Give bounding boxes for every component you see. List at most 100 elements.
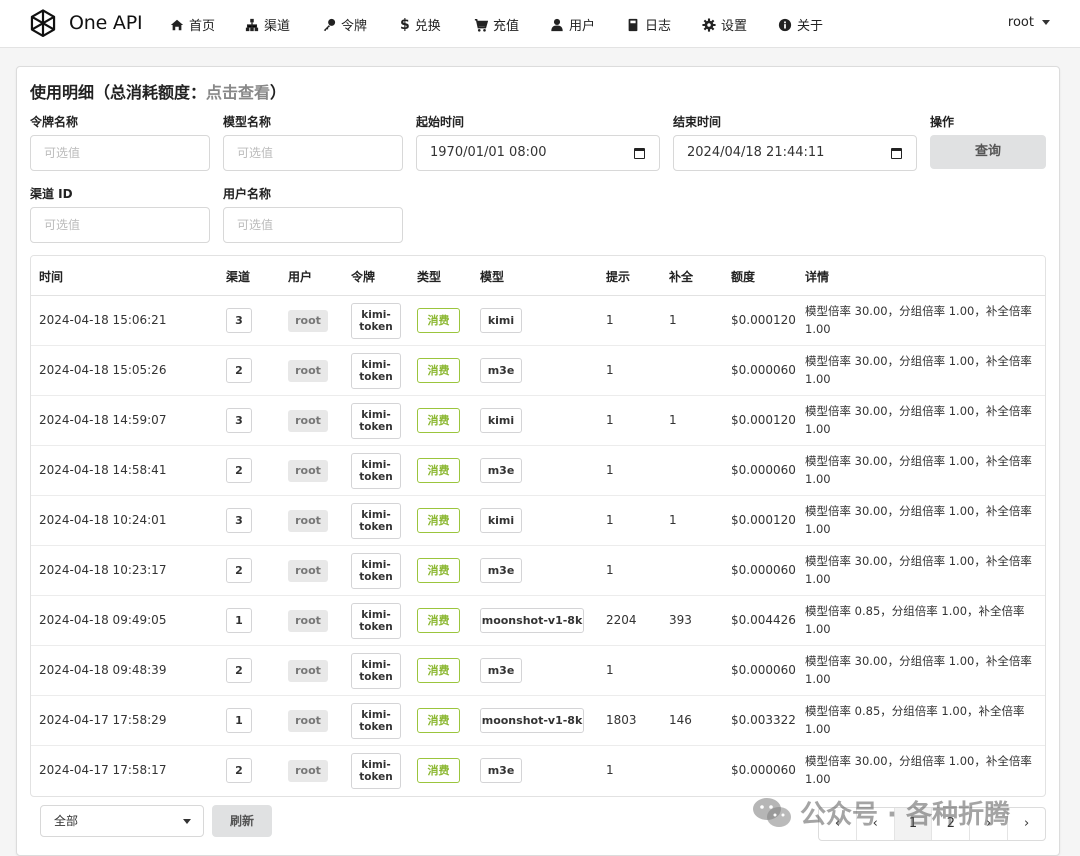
usage-log-table: 时间 渠道 用户 令牌 类型 模型 提示 补全 额度 详情 2024-04-18… bbox=[30, 255, 1046, 797]
openai-logo-icon[interactable] bbox=[26, 7, 60, 41]
cell-quota: $0.000060 bbox=[731, 763, 796, 777]
cell-completion: 1 bbox=[669, 413, 677, 427]
model-name-input[interactable]: 可选值 bbox=[223, 135, 403, 171]
channel-id-input[interactable]: 可选值 bbox=[30, 207, 210, 243]
col-prompt[interactable]: 提示 bbox=[606, 268, 630, 285]
cell-detail: 模型倍率 30.00，分组倍率 1.00，补全倍率 1.00 bbox=[805, 354, 1032, 386]
start-time-value: 1970/01/01 08:00 bbox=[430, 145, 547, 160]
username-label: 用户名称 bbox=[223, 187, 272, 201]
channel-label: 3 bbox=[226, 408, 252, 433]
cell-detail: 模型倍率 30.00，分组倍率 1.00，补全倍率 1.00 bbox=[805, 754, 1032, 786]
user-label: root bbox=[288, 610, 328, 632]
cell-quota: $0.000060 bbox=[731, 563, 796, 577]
type-label: 消费 bbox=[417, 408, 460, 433]
channel-label: 2 bbox=[226, 358, 252, 383]
cell-detail: 模型倍率 0.85，分组倍率 1.00，补全倍率 1.00 bbox=[805, 604, 1025, 636]
page-last-button[interactable]: › bbox=[1008, 808, 1045, 840]
nav-label: 令牌 bbox=[341, 19, 368, 34]
calendar-icon[interactable] bbox=[891, 147, 902, 159]
nav-topup[interactable]: 充值 bbox=[474, 15, 519, 34]
book-icon bbox=[628, 18, 638, 31]
start-time-input[interactable]: 1970/01/01 08:00 bbox=[416, 135, 660, 171]
type-label: 消费 bbox=[417, 558, 460, 583]
channel-label: 2 bbox=[226, 658, 252, 683]
token-name-input[interactable]: 可选值 bbox=[30, 135, 210, 171]
col-user[interactable]: 用户 bbox=[288, 268, 312, 285]
type-label: 消费 bbox=[417, 658, 460, 683]
cell-completion: 1 bbox=[669, 513, 677, 527]
user-menu-label: root bbox=[1007, 15, 1034, 30]
end-time-input[interactable]: 2024/04/18 21:44:11 bbox=[673, 135, 917, 171]
user-label: root bbox=[288, 710, 328, 732]
caret-down-icon bbox=[183, 819, 191, 824]
cell-prompt: 1 bbox=[606, 763, 614, 777]
user-menu-dropdown[interactable]: root bbox=[1008, 15, 1050, 30]
nav-users[interactable]: 用户 bbox=[550, 15, 595, 34]
col-time[interactable]: 时间 bbox=[39, 268, 63, 285]
app-name[interactable]: One API bbox=[69, 12, 143, 34]
log-type-select[interactable]: 全部 bbox=[40, 805, 204, 837]
caret-down-icon bbox=[1042, 20, 1050, 25]
token-label: kimi-token bbox=[351, 353, 401, 389]
table-row: 2024-04-18 09:48:39 2 root kimi-token 消费 m3e 1… bbox=[31, 646, 1045, 696]
user-label: root bbox=[288, 560, 328, 582]
cell-quota: $0.000120 bbox=[731, 513, 796, 527]
table-row: 2024-04-17 17:58:17 2 root kimi-token 消费 m3e 1… bbox=[31, 746, 1045, 796]
cell-detail: 模型倍率 30.00，分组倍率 1.00，补全倍率 1.00 bbox=[805, 404, 1032, 436]
refresh-button[interactable]: 刷新 bbox=[212, 805, 272, 837]
table-body: 2024-04-18 15:06:21 3 root kimi-token 消费 kimi… bbox=[31, 296, 1045, 796]
nav-home[interactable]: 首页 bbox=[170, 15, 215, 34]
query-button[interactable]: 查询 bbox=[930, 135, 1046, 169]
type-label: 消费 bbox=[417, 358, 460, 383]
token-label: kimi-token bbox=[351, 503, 401, 539]
channel-label: 1 bbox=[226, 608, 252, 633]
channel-label: 2 bbox=[226, 558, 252, 583]
nav-tokens[interactable]: 令牌 bbox=[322, 15, 367, 34]
nav-label: 设置 bbox=[721, 19, 748, 34]
cell-detail: 模型倍率 30.00，分组倍率 1.00，补全倍率 1.00 bbox=[805, 504, 1032, 536]
cell-prompt: 1803 bbox=[606, 713, 637, 727]
nav-about[interactable]: 关于 bbox=[778, 15, 823, 34]
col-model[interactable]: 模型 bbox=[480, 268, 504, 285]
cell-detail: 模型倍率 30.00，分组倍率 1.00，补全倍率 1.00 bbox=[805, 304, 1032, 336]
cell-time: 2024-04-18 14:58:41 bbox=[39, 463, 167, 477]
col-channel[interactable]: 渠道 bbox=[226, 268, 250, 285]
model-label: kimi bbox=[480, 408, 522, 433]
view-total-quota-link[interactable]: 点击查看 bbox=[206, 83, 270, 102]
col-type[interactable]: 类型 bbox=[417, 268, 441, 285]
model-label: m3e bbox=[480, 358, 522, 383]
nav-label: 用户 bbox=[569, 19, 596, 34]
calendar-icon[interactable] bbox=[634, 147, 645, 159]
nav-channels[interactable]: 渠道 bbox=[245, 15, 290, 34]
watermark-text: 公众号 · 各种折腾 bbox=[800, 800, 1010, 830]
model-label: kimi bbox=[480, 508, 522, 533]
page-title: 使用明细（总消耗额度：点击查看） bbox=[30, 79, 286, 103]
username-input[interactable]: 可选值 bbox=[223, 207, 403, 243]
table-row: 2024-04-18 15:06:21 3 root kimi-token 消费 kimi… bbox=[31, 296, 1045, 346]
nav-redeem[interactable]: $ 兑换 bbox=[400, 15, 441, 35]
col-token[interactable]: 令牌 bbox=[351, 268, 375, 285]
type-label: 消费 bbox=[417, 458, 460, 483]
col-detail[interactable]: 详情 bbox=[805, 268, 829, 285]
type-label: 消费 bbox=[417, 758, 460, 783]
cell-time: 2024-04-18 10:23:17 bbox=[39, 563, 167, 577]
model-label: moonshot-v1-8k bbox=[480, 608, 584, 633]
type-label: 消费 bbox=[417, 708, 460, 733]
nav-label: 渠道 bbox=[264, 19, 291, 34]
cell-time: 2024-04-18 09:49:05 bbox=[39, 613, 167, 627]
cell-quota: $0.000120 bbox=[731, 413, 796, 427]
channel-label: 2 bbox=[226, 458, 252, 483]
info-icon bbox=[778, 18, 792, 31]
nav-logs[interactable]: 日志 bbox=[626, 15, 671, 34]
cell-completion: 146 bbox=[669, 713, 692, 727]
col-completion[interactable]: 补全 bbox=[669, 268, 693, 285]
sitemap-icon bbox=[245, 18, 259, 31]
cell-time: 2024-04-18 14:59:07 bbox=[39, 413, 167, 427]
home-icon bbox=[170, 19, 184, 30]
table-row: 2024-04-18 10:24:01 3 root kimi-token 消费 kimi… bbox=[31, 496, 1045, 546]
cell-detail: 模型倍率 0.85，分组倍率 1.00，补全倍率 1.00 bbox=[805, 704, 1025, 736]
table-row: 2024-04-17 17:58:29 1 root kimi-token 消费 moon… bbox=[31, 696, 1045, 746]
nav-settings[interactable]: 设置 bbox=[702, 15, 747, 34]
user-label: root bbox=[288, 510, 328, 532]
col-quota[interactable]: 额度 bbox=[731, 268, 755, 285]
